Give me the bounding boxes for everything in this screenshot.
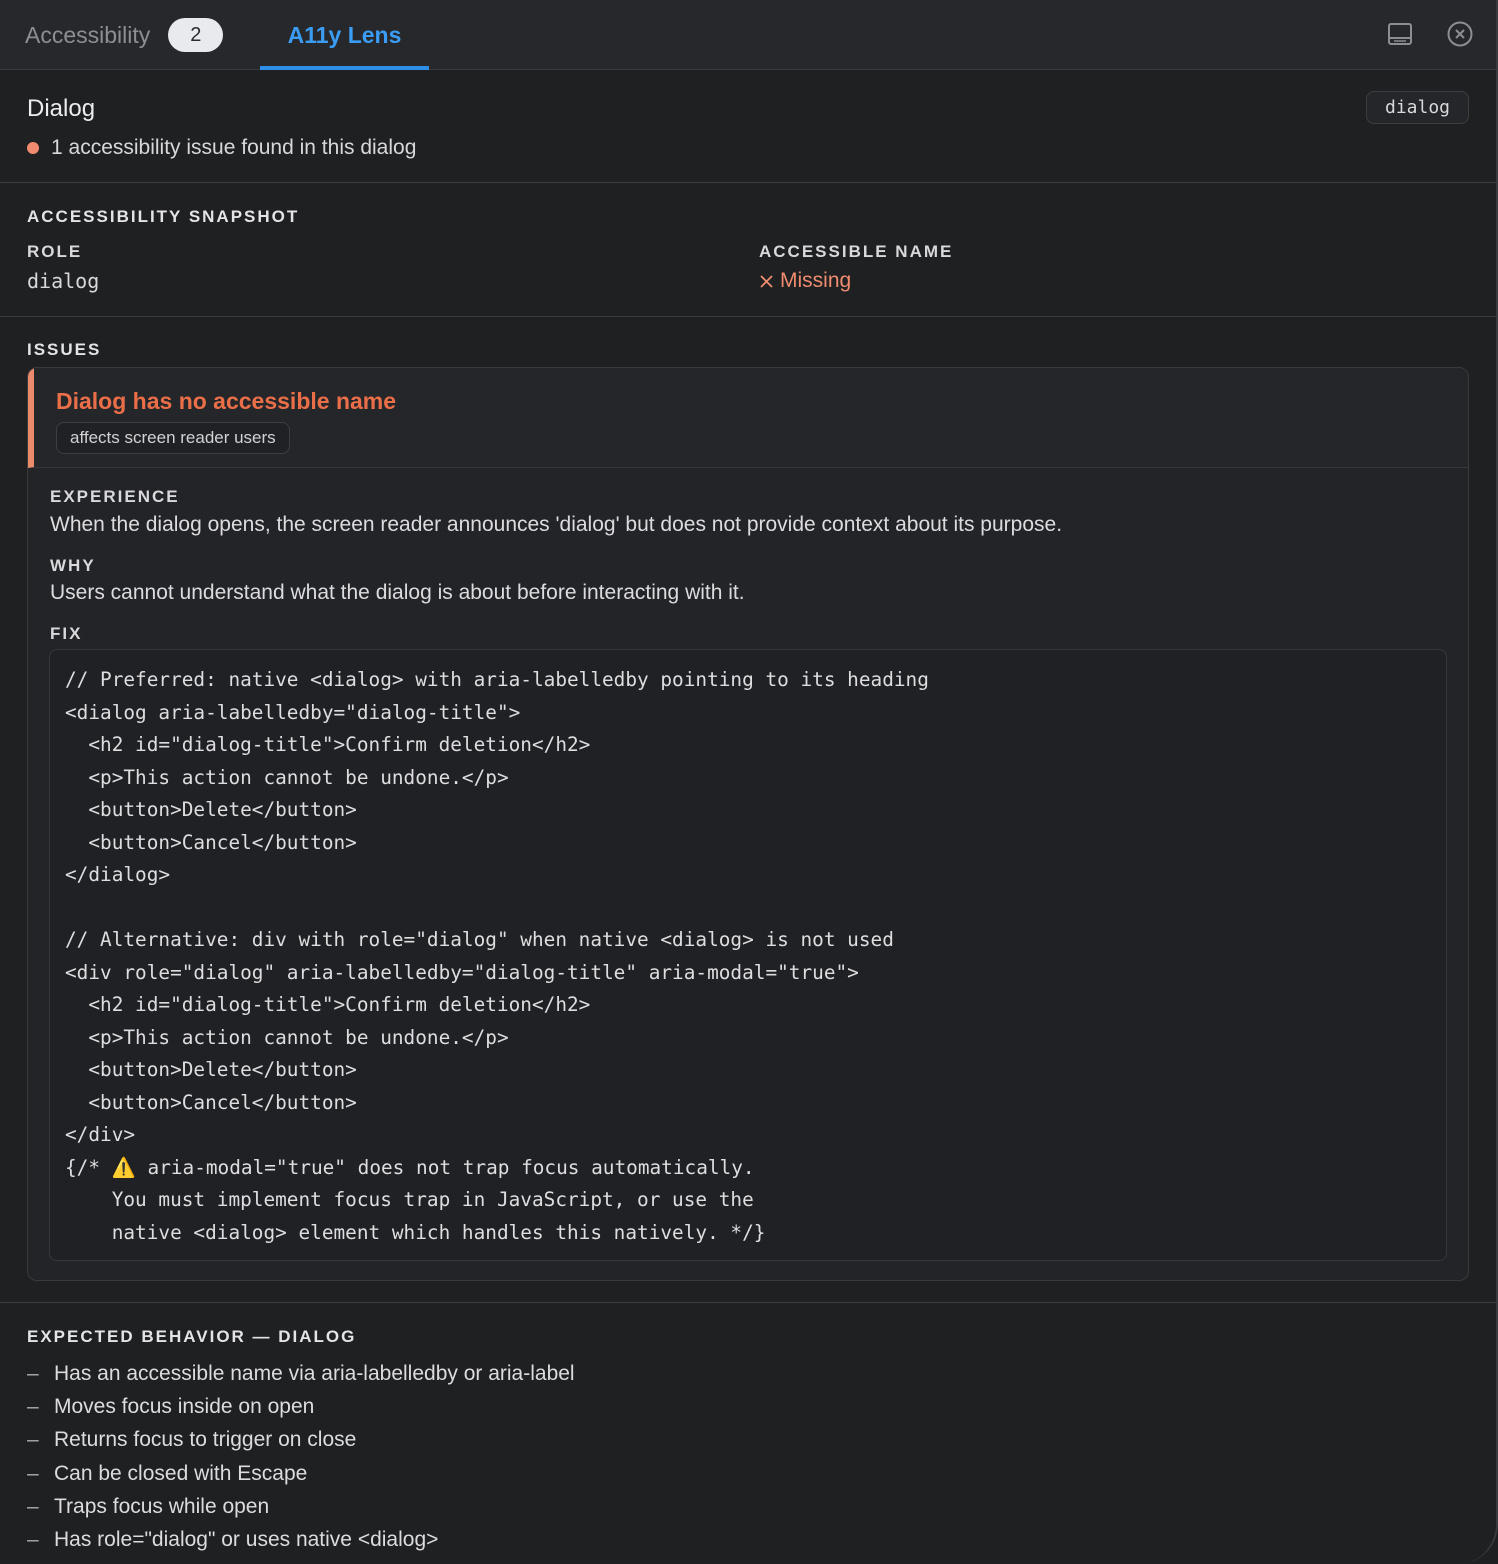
expected-behavior-heading: EXPECTED BEHAVIOR — DIALOG [27,1327,357,1346]
experience-text: When the dialog opens, the screen reader… [50,513,1063,536]
list-bullet: – [27,1528,39,1552]
issue-card-header: Dialog has no accessible name affects sc… [28,368,1468,468]
list-item-text: Has role="dialog" or uses native <dialog… [54,1528,439,1552]
list-item: – Moves focus inside on open [27,1390,575,1423]
tab-accessibility[interactable]: Accessibility 2 [25,0,224,70]
close-circle-icon[interactable] [1446,20,1474,48]
list-item-text: Traps focus while open [54,1494,270,1518]
list-item: – Traps focus while open [27,1490,575,1523]
status-dot-icon [27,142,39,154]
list-item-text: Has an accessible name via aria-labelled… [54,1361,575,1385]
list-item: – Has role="dialog" or uses native <dialo… [27,1523,575,1556]
tab-accessibility-label: Accessibility [25,21,151,48]
role-label: ROLE [27,242,83,261]
fix-label: FIX [50,624,83,643]
issue-title: Dialog has no accessible name [56,388,397,414]
issue-card: Dialog has no accessible name affects sc… [27,367,1469,1281]
list-bullet: – [27,1428,39,1452]
element-header: Dialog dialog 1 accessibility issue foun… [0,71,1496,183]
why-text: Users cannot understand what the dialog … [50,581,745,604]
list-item-text: Returns focus to trigger on close [54,1428,357,1452]
a11y-panel: Accessibility 2 A11y Lens Dialog dialog … [0,0,1498,1564]
tab-accessibility-badge: 2 [168,18,224,52]
accessibility-snapshot: ACCESSIBILITY SNAPSHOT ROLE dialog ACCES… [0,184,1496,317]
fix-code-block[interactable]: // Preferred: native <dialog> with aria-… [49,649,1447,1261]
why-label: WHY [50,556,96,575]
issues-heading: ISSUES [27,340,102,359]
impact-chip: affects screen reader users [56,422,290,454]
element-role-chip: dialog [1366,91,1469,124]
accessible-name-missing: Missing [780,269,852,292]
list-bullet: – [27,1394,39,1418]
tab-a11y-lens-label: A11y Lens [287,21,402,48]
list-item-text: Moves focus inside on open [54,1394,315,1418]
role-value: dialog [27,269,100,293]
snapshot-heading: ACCESSIBILITY SNAPSHOT [27,207,300,226]
list-item: – Has an accessible name via aria-labelle… [27,1357,575,1390]
x-icon [760,274,773,288]
dock-bottom-icon[interactable] [1386,20,1414,48]
list-bullet: – [27,1361,39,1385]
list-bullet: – [27,1494,39,1518]
accessible-name-value: Missing [759,269,851,293]
expected-behavior-list: – Has an accessible name via aria-labelle… [27,1357,575,1557]
element-title: Dialog [27,95,96,122]
expected-behavior: EXPECTED BEHAVIOR — DIALOG – Has an acces… [0,1302,1496,1564]
issue-summary: 1 accessibility issue found in this dial… [27,136,416,160]
tab-bar: Accessibility 2 A11y Lens [0,0,1496,70]
list-item: – Returns focus to trigger on close [27,1424,575,1457]
tab-a11y-lens[interactable]: A11y Lens [260,0,429,70]
list-bullet: – [27,1461,39,1485]
accessible-name-label: ACCESSIBLE NAME [759,242,954,261]
experience-label: EXPERIENCE [50,487,180,506]
issue-summary-text: 1 accessibility issue found in this dial… [51,136,417,159]
list-item: – Can be closed with Escape [27,1457,575,1490]
list-item-text: Can be closed with Escape [54,1461,308,1485]
